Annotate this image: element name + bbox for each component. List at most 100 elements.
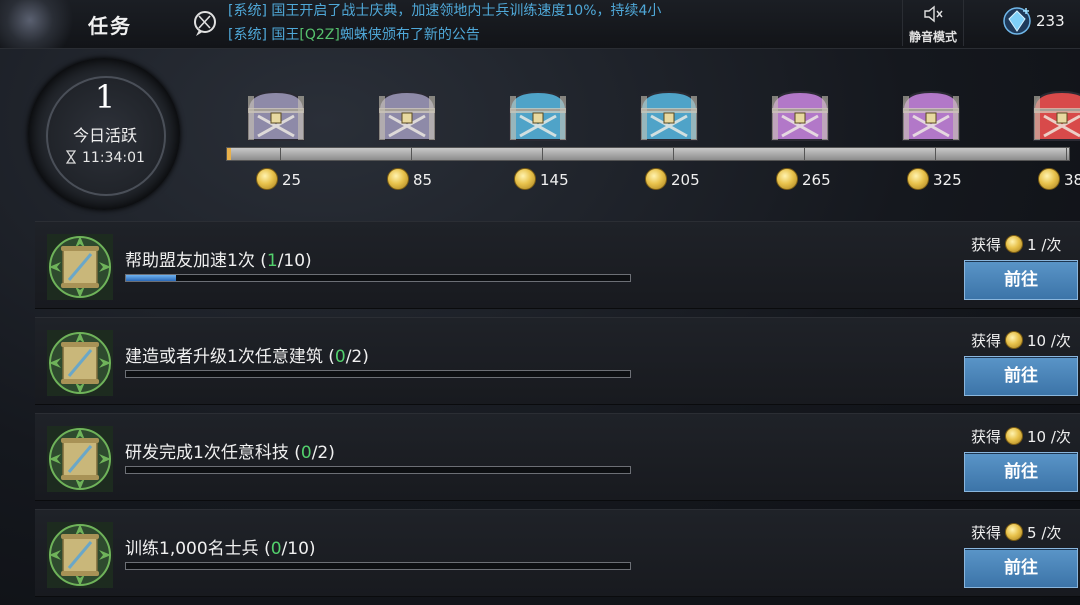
- reward-label: 获得: [971, 332, 1002, 350]
- task-card: 建造或者升级1次任意建筑 (0/2) 获得 10 /次前往: [35, 317, 1080, 405]
- task-progress-total: /10): [281, 539, 316, 559]
- title-emblem: [0, 0, 80, 48]
- task-name: 建造或者升级1次任意建筑 (0/2): [125, 342, 369, 367]
- task-reward: 获得 10 /次: [971, 330, 1071, 351]
- alliance-tag: [Q2Z]: [299, 27, 340, 43]
- progress-tick: [804, 148, 805, 160]
- task-title: 训练1,000名士兵 (: [125, 539, 271, 559]
- activity-coin-icon: [1005, 235, 1024, 253]
- task-progress-total: /2): [345, 347, 369, 367]
- reward-label: 获得: [971, 524, 1002, 542]
- treasure-chest-icon[interactable]: [899, 88, 963, 144]
- system-message[interactable]: [系统] 国王开启了战士庆典，加速领地内士兵训练速度10%，持续4小: [228, 0, 661, 20]
- activity-coin-icon: [645, 168, 667, 190]
- reward-value: 5 /次: [1027, 524, 1062, 542]
- timer-text: 11:34:01: [82, 150, 145, 166]
- scroll-task-icon: [47, 330, 113, 396]
- treasure-chest-icon[interactable]: [1030, 88, 1080, 144]
- task-name: 训练1,000名士兵 (0/10): [125, 534, 316, 559]
- message-text: 国王: [266, 27, 300, 43]
- activity-coin-icon: [387, 168, 409, 190]
- scroll-task-icon: [47, 426, 113, 492]
- progress-tick: [673, 148, 674, 160]
- task-reward: 获得 5 /次: [971, 522, 1061, 543]
- milestone-label: 265: [802, 171, 831, 189]
- reward-value: 1 /次: [1027, 236, 1062, 254]
- task-card: 研发完成1次任意科技 (0/2) 获得 10 /次前往: [35, 413, 1080, 501]
- milestone-label: 38: [1064, 171, 1080, 189]
- task-progress-current: 0: [300, 443, 312, 463]
- milestone-label: 205: [671, 171, 700, 189]
- activity-timer: 11:34:01: [66, 150, 145, 166]
- activity-progress-fill: [227, 148, 232, 160]
- gem-count: 233: [1036, 12, 1065, 30]
- activity-label: 今日活跃: [72, 126, 137, 145]
- milestone-value: 265: [776, 168, 831, 190]
- task-reward: 获得 10 /次: [971, 426, 1071, 447]
- activity-coin-icon: [1005, 331, 1024, 349]
- task-card: 帮助盟友加速1次 (1/10) 获得 1 /次前往: [35, 221, 1080, 309]
- mute-button[interactable]: 静音模式: [902, 0, 964, 46]
- scroll-task-icon: [47, 234, 113, 300]
- milestone-label: 325: [933, 171, 962, 189]
- task-progress-current: 1: [266, 251, 278, 271]
- page-title: 任务: [88, 14, 132, 38]
- reward-label: 获得: [971, 236, 1002, 254]
- activity-progress-bar: [226, 147, 1070, 161]
- activity-coin-icon: [1005, 427, 1024, 445]
- task-reward: 获得 1 /次: [971, 234, 1061, 255]
- message-prefix: [系统]: [228, 27, 267, 43]
- milestone-value: 145: [514, 168, 569, 190]
- milestone-label: 85: [413, 171, 433, 189]
- task-title: 帮助盟友加速1次 (: [125, 251, 267, 271]
- gem-icon[interactable]: [1002, 6, 1032, 36]
- task-card: 训练1,000名士兵 (0/10) 获得 5 /次前往: [35, 509, 1080, 597]
- progress-tick: [280, 148, 281, 160]
- message-text: 蜘蛛侠颁布了新的公告: [339, 27, 480, 43]
- task-progress-total: /10): [277, 251, 312, 271]
- milestone-value: 325: [907, 168, 962, 190]
- task-progress-current: 0: [270, 539, 282, 559]
- activity-value: 1: [94, 78, 116, 116]
- milestone-value: 205: [645, 168, 700, 190]
- treasure-chest-icon[interactable]: [637, 88, 701, 144]
- milestone-label: 145: [540, 171, 569, 189]
- message-text: 国王开启了战士庆典，加速领地内士兵训练速度10%，持续4小: [266, 3, 662, 19]
- progress-tick: [935, 148, 936, 160]
- go-button[interactable]: 前往: [964, 548, 1078, 588]
- activity-coin-icon: [907, 168, 929, 190]
- task-progress-bar: [125, 466, 631, 474]
- milestone-value: 85: [387, 168, 432, 190]
- task-progress-bar: [125, 274, 631, 282]
- milestone-label: 25: [282, 171, 302, 189]
- speaker-mute-icon: [924, 5, 943, 23]
- treasure-chest-icon[interactable]: [506, 88, 570, 144]
- go-button[interactable]: 前往: [964, 356, 1078, 396]
- treasure-chest-icon[interactable]: [244, 88, 308, 144]
- task-progress-current: 0: [334, 347, 346, 367]
- activity-coin-icon: [514, 168, 536, 190]
- top-bar: 任务 [系统] 国王开启了战士庆典，加速领地内士兵训练速度10%，持续4小 [系…: [0, 0, 1080, 49]
- treasure-chest-icon[interactable]: [768, 88, 832, 144]
- task-name: 研发完成1次任意科技 (0/2): [125, 438, 335, 463]
- task-title: 研发完成1次任意科技 (: [125, 443, 301, 463]
- activity-coin-icon: [256, 168, 278, 190]
- mute-label: 静音模式: [908, 30, 957, 44]
- milestone-value: 38: [1038, 168, 1080, 190]
- activity-coin-icon: [776, 168, 798, 190]
- treasure-chest-icon[interactable]: [375, 88, 439, 144]
- task-progress-fill: [126, 275, 177, 281]
- go-button[interactable]: 前往: [964, 452, 1078, 492]
- message-prefix: [系统]: [228, 3, 267, 19]
- progress-tick: [411, 148, 412, 160]
- scroll-task-icon: [47, 522, 113, 588]
- reward-value: 10 /次: [1027, 332, 1071, 350]
- system-message[interactable]: [系统] 国王[Q2Z]蜘蛛侠颁布了新的公告: [228, 24, 480, 44]
- milestone-value: 25: [256, 168, 301, 190]
- progress-tick: [1066, 148, 1067, 160]
- activity-coin-icon: [1038, 168, 1060, 190]
- hourglass-icon: [66, 150, 76, 164]
- go-button[interactable]: 前往: [964, 260, 1078, 300]
- chat-icon[interactable]: [190, 8, 220, 38]
- reward-label: 获得: [971, 428, 1002, 446]
